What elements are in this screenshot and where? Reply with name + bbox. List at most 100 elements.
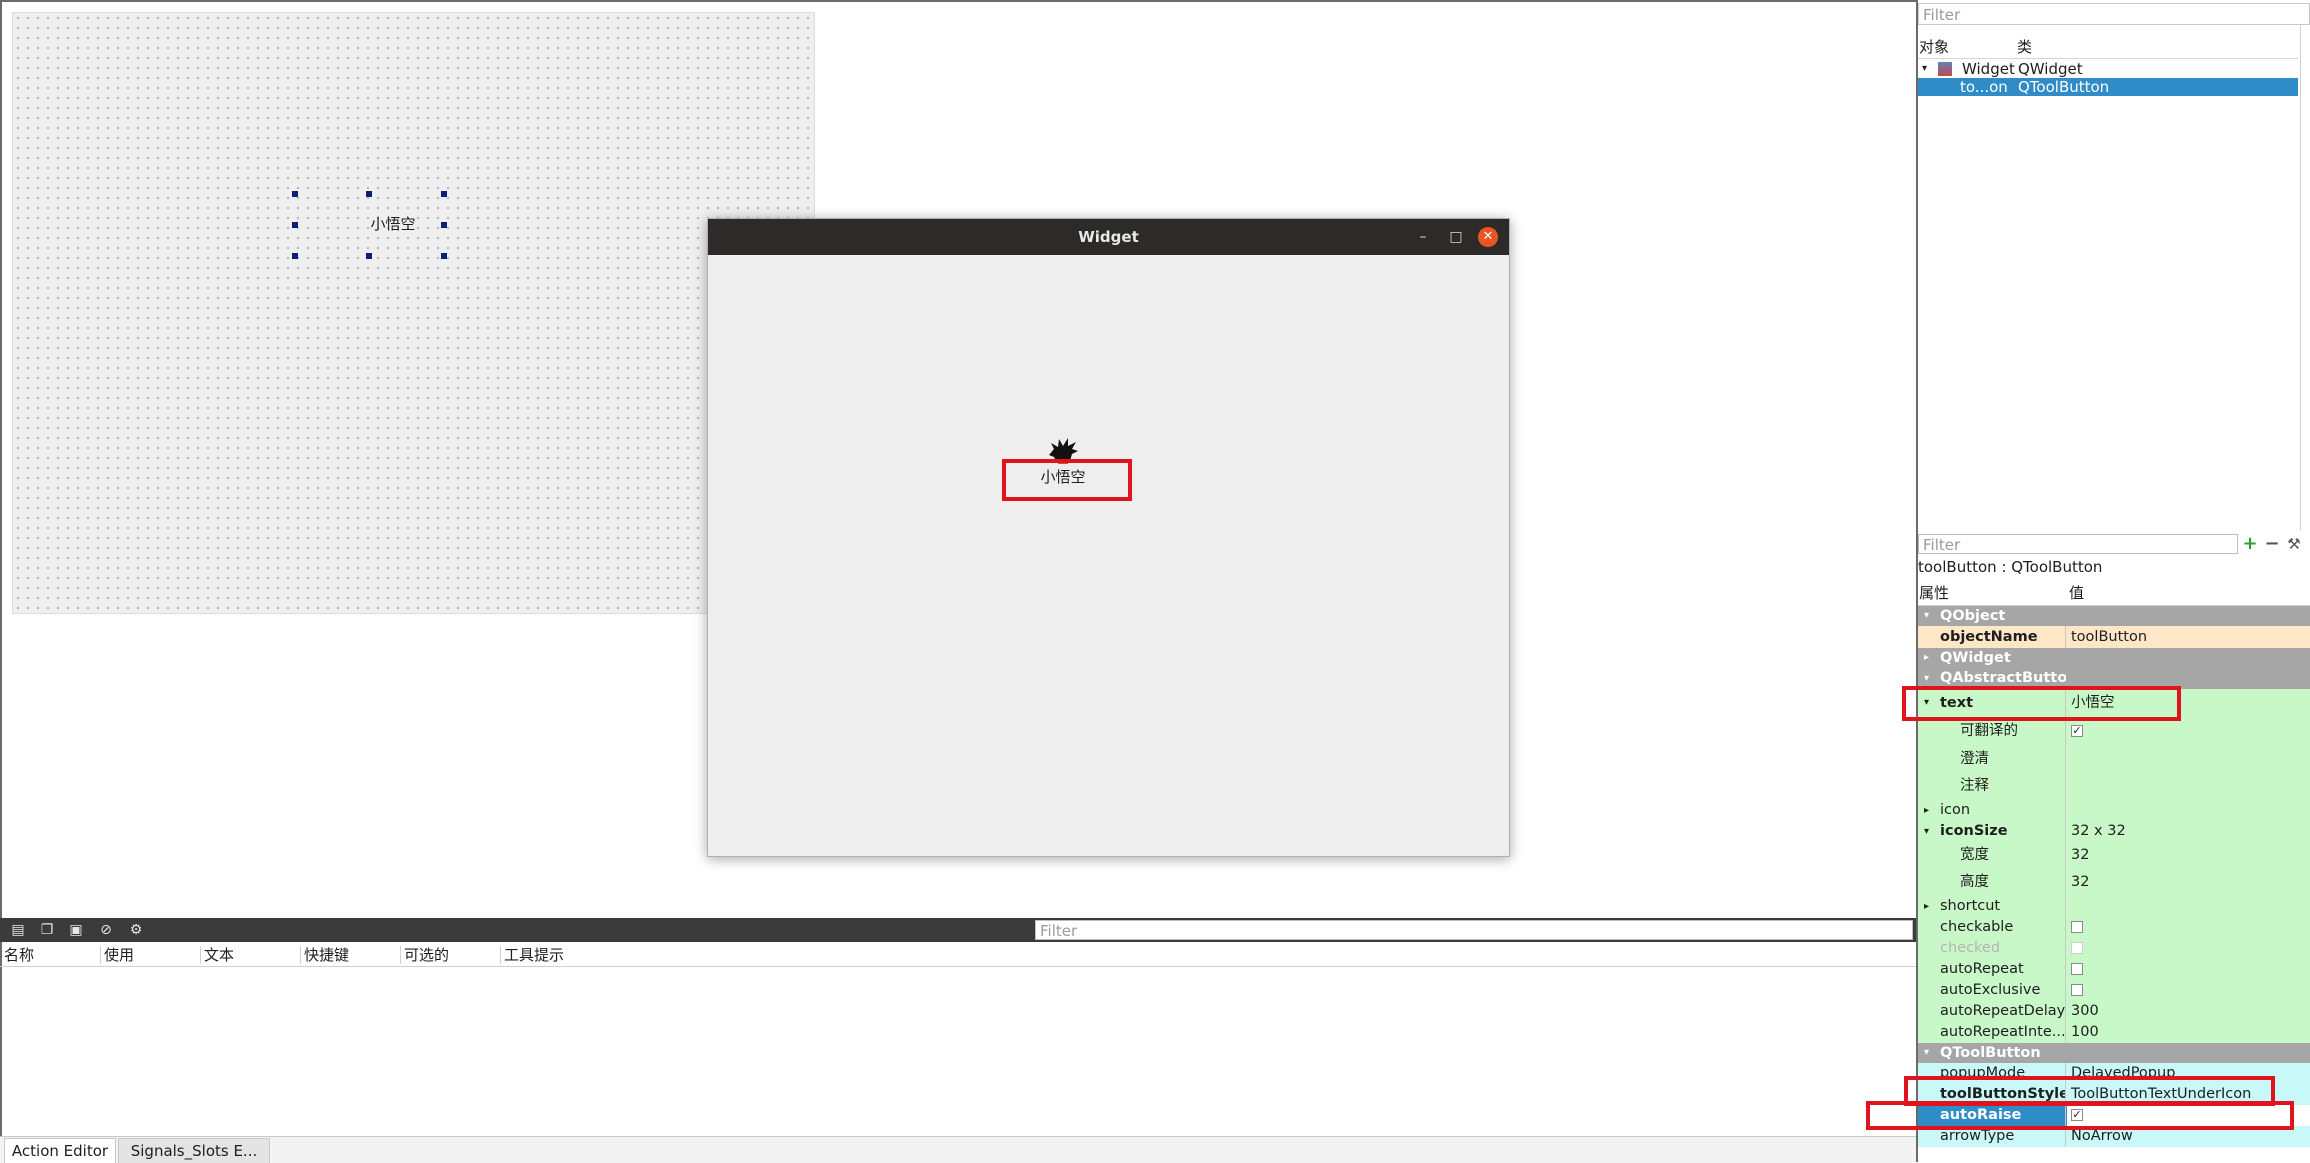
object-scrollbar[interactable]: [2300, 25, 2310, 530]
prop-icon[interactable]: ▸ icon: [1918, 800, 2310, 821]
property-class-label: toolButton : QToolButton: [1918, 558, 2103, 576]
highlight-box: [1866, 1101, 2294, 1130]
section-qobject[interactable]: ▾ QObject: [1918, 606, 2310, 626]
prop-checked: checked: [1918, 938, 2310, 959]
selection-handle[interactable]: [441, 191, 447, 197]
highlight-box: [1902, 686, 2181, 721]
prop-width[interactable]: 宽度 32: [1918, 842, 2310, 869]
object-filter-input[interactable]: Filter: [1918, 3, 2310, 25]
prop-disambiguation[interactable]: 澄清: [1918, 745, 2310, 773]
prop-name: autoExclusive: [1940, 982, 2041, 998]
widget-icon: [1938, 62, 1952, 76]
column-shortcut[interactable]: 快捷键: [304, 945, 349, 965]
checked-checkbox: [2071, 942, 2083, 954]
column-separator: [300, 946, 301, 964]
prop-shortcut[interactable]: ▸ shortcut: [1918, 896, 2310, 917]
selection-handle[interactable]: [292, 253, 298, 259]
header-divider: [1918, 58, 2298, 59]
left-border: [0, 0, 2, 1162]
prop-name: autoRepeatDelay: [1940, 1003, 2066, 1019]
prop-value[interactable]: 32 x 32: [2071, 821, 2126, 842]
object-column-header[interactable]: 对象: [1919, 36, 1949, 58]
section-label: QObject: [1940, 608, 2006, 624]
column-separator: [100, 946, 101, 964]
minimize-button[interactable]: –: [1413, 227, 1433, 247]
selection-handle[interactable]: [292, 222, 298, 228]
prop-name: checkable: [1940, 919, 2014, 935]
prop-name: checked: [1940, 940, 2001, 956]
prop-objectname[interactable]: objectName toolButton: [1918, 626, 2310, 648]
property-column-header[interactable]: 属性: [1919, 583, 1949, 603]
selection-handle[interactable]: [292, 191, 298, 197]
form-canvas[interactable]: 小悟空: [12, 12, 815, 614]
autoexclusive-checkbox[interactable]: [2071, 984, 2083, 996]
tab-action-editor[interactable]: Action Editor: [4, 1138, 116, 1163]
top-border: [0, 0, 1918, 2]
prop-value[interactable]: 32: [2071, 842, 2089, 869]
prop-autorepeatinterval[interactable]: autoRepeatInte... 100: [1918, 1022, 2310, 1043]
canvas-tool-button-label: 小悟空: [370, 215, 416, 233]
action-filter-input[interactable]: Filter: [1035, 920, 1913, 940]
prop-name: autoRepeatInte...: [1940, 1024, 2066, 1040]
value-column-header[interactable]: 值: [2069, 583, 2084, 603]
prop-value[interactable]: 100: [2071, 1022, 2099, 1043]
column-text[interactable]: 文本: [204, 945, 234, 965]
prop-name: 澄清: [1960, 751, 1989, 767]
paste-icon[interactable]: ▣: [67, 921, 85, 939]
preview-window[interactable]: Widget – □ ✕ 小悟空: [707, 218, 1510, 857]
maximize-button[interactable]: □: [1446, 227, 1466, 247]
prop-name: 宽度: [1960, 847, 1989, 863]
prop-autorepeat[interactable]: autoRepeat: [1918, 959, 2310, 980]
column-tooltip[interactable]: 工具提示: [504, 945, 564, 965]
column-used[interactable]: 使用: [104, 945, 134, 965]
prop-height[interactable]: 高度 32: [1918, 869, 2310, 896]
canvas-tool-button[interactable]: 小悟空: [343, 213, 443, 257]
autorepeat-checkbox[interactable]: [2071, 963, 2083, 975]
selection-handle[interactable]: [366, 191, 372, 197]
section-label: QToolButton: [1940, 1045, 2041, 1061]
object-row-toolbutton[interactable]: to...on QToolButton: [1918, 78, 2298, 96]
prop-name: objectName: [1940, 629, 2038, 645]
class-column-header[interactable]: 类: [2017, 36, 2032, 58]
prop-value[interactable]: toolButton: [2071, 626, 2147, 648]
tab-signals-slots[interactable]: Signals_Slots E...: [118, 1138, 270, 1163]
property-table-header: 属性 值: [1918, 581, 2310, 606]
prop-value[interactable]: 300: [2071, 1001, 2099, 1022]
remove-property-icon[interactable]: −: [2262, 534, 2282, 554]
object-name: Widget: [1962, 60, 2015, 78]
settings-icon[interactable]: ⚙: [127, 921, 145, 939]
collapse-arrow-icon[interactable]: ▾: [1922, 60, 1927, 78]
new-action-icon[interactable]: ▤: [9, 921, 27, 939]
prop-translatable[interactable]: 可翻译的 ✓: [1918, 717, 2310, 745]
translatable-checkbox[interactable]: ✓: [2071, 725, 2083, 737]
prop-value[interactable]: 32: [2071, 869, 2089, 896]
object-row-widget[interactable]: ▾ Widget QWidget: [1918, 60, 2298, 78]
prop-autoexclusive[interactable]: autoExclusive: [1918, 980, 2310, 1001]
section-qwidget[interactable]: ▸ QWidget: [1918, 648, 2310, 668]
prop-checkable[interactable]: checkable: [1918, 917, 2310, 938]
prop-iconsize[interactable]: ▾ iconSize 32 x 32: [1918, 821, 2310, 842]
close-button[interactable]: ✕: [1478, 227, 1498, 247]
prop-name: 高度: [1960, 874, 1989, 890]
preview-title: Widget: [1078, 228, 1139, 246]
prop-name: autoRepeat: [1940, 961, 2024, 977]
column-name[interactable]: 名称: [4, 945, 34, 965]
copy-icon[interactable]: ❐: [38, 921, 56, 939]
prop-name: shortcut: [1940, 898, 2001, 914]
checkable-checkbox[interactable]: [2071, 921, 2083, 933]
highlight-box: [1002, 459, 1132, 501]
property-filter-input[interactable]: Filter: [1918, 534, 2238, 554]
prop-autorepeatdelay[interactable]: autoRepeatDelay 300: [1918, 1001, 2310, 1022]
object-class: QToolButton: [2018, 78, 2110, 96]
section-qtoolbutton[interactable]: ▾ QToolButton: [1918, 1043, 2310, 1063]
column-checkable[interactable]: 可选的: [404, 945, 449, 965]
configure-icon[interactable]: ⚒: [2284, 534, 2304, 554]
prop-name: icon: [1940, 802, 1971, 818]
prop-comment[interactable]: 注释: [1918, 773, 2310, 800]
add-property-icon[interactable]: +: [2240, 534, 2260, 554]
object-name: to...on: [1960, 78, 2008, 96]
delete-icon[interactable]: ⊘: [97, 921, 115, 939]
preview-titlebar[interactable]: Widget – □ ✕: [708, 219, 1509, 255]
prop-name: iconSize: [1940, 823, 2008, 839]
column-separator: [200, 946, 201, 964]
